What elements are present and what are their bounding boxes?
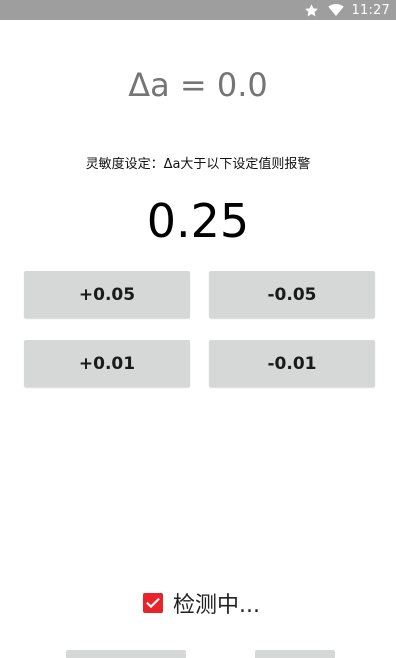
sensitivity-hint: 灵敏度设定：Δa大于以下设定值则报警 (85, 157, 311, 172)
increase-001-button[interactable]: +0.01 (24, 340, 190, 387)
detection-toggle[interactable]: 检测中... (143, 588, 260, 618)
status-time: 11:27 (351, 2, 390, 18)
decrease-001-button[interactable]: -0.01 (209, 340, 375, 387)
bottom-left-button[interactable] (66, 650, 186, 658)
threshold-value: 0.25 (146, 194, 250, 248)
status-bar: 11:27 (0, 0, 396, 20)
delta-readout: Δa = 0.0 (128, 66, 268, 104)
wifi-icon (327, 2, 344, 18)
decrease-005-button[interactable]: -0.05 (209, 271, 375, 318)
app-screen: 11:27 Δa = 0.0 灵敏度设定：Δa大于以下设定值则报警 0.25 +… (0, 0, 396, 658)
detection-label: 检测中... (173, 593, 260, 618)
increase-005-button[interactable]: +0.05 (24, 271, 190, 318)
checkbox-checked-icon[interactable] (143, 593, 163, 613)
star-icon (304, 2, 320, 18)
bottom-right-button[interactable] (255, 650, 335, 658)
